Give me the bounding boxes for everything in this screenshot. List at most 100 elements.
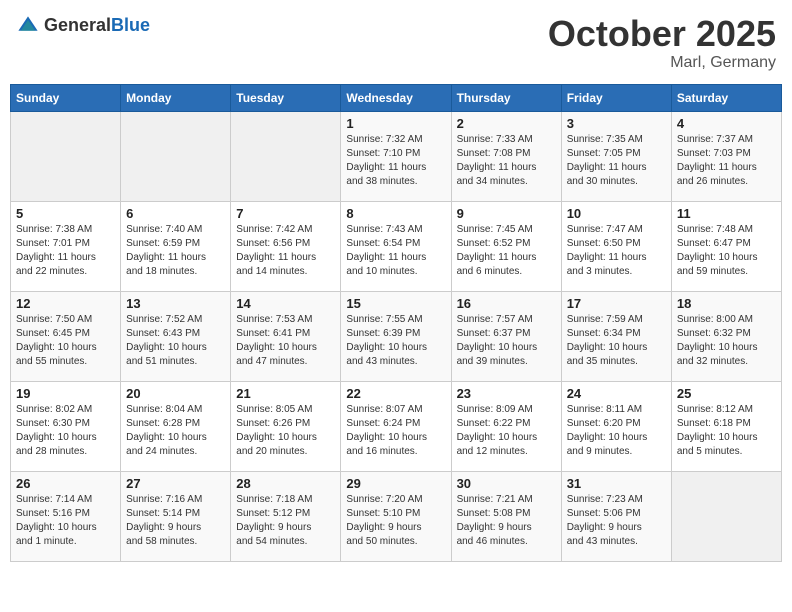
day-number: 28	[236, 476, 335, 491]
day-info: Sunrise: 7:38 AM Sunset: 7:01 PM Dayligh…	[16, 223, 115, 279]
day-number: 22	[346, 386, 445, 401]
month-title: October 2025	[548, 14, 776, 54]
calendar-cell: 4Sunrise: 7:37 AM Sunset: 7:03 PM Daylig…	[671, 111, 781, 201]
day-number: 25	[677, 386, 776, 401]
calendar-cell: 13 Sunrise: 7:52 AM Sunset: 6:43 PM Dayli…	[121, 291, 231, 381]
day-info: Sunrise: 7:52 AM Sunset: 6:43 PM Dayligh…	[126, 313, 225, 369]
day-number: 18	[677, 296, 776, 311]
day-number: 29	[346, 476, 445, 491]
week-row-3: 12 Sunrise: 7:50 AM Sunset: 6:45 PM Dayli…	[11, 291, 782, 381]
logo-general: General	[44, 15, 111, 35]
location-title: Marl, Germany	[548, 54, 776, 72]
day-number: 27	[126, 476, 225, 491]
calendar-cell	[11, 111, 121, 201]
logo: GeneralBlue	[16, 14, 150, 38]
day-info: Sunrise: 8:02 AM Sunset: 6:30 PM Dayligh…	[16, 403, 115, 459]
calendar-cell: 20 Sunrise: 8:04 AM Sunset: 6:28 PM Dayli…	[121, 381, 231, 471]
day-info: Sunrise: 7:21 AM Sunset: 5:08 PM Dayligh…	[457, 493, 556, 549]
col-wednesday: Wednesday	[341, 84, 451, 111]
day-info: Sunrise: 7:47 AM Sunset: 6:50 PM Dayligh…	[567, 223, 666, 279]
calendar-cell: 25 Sunrise: 8:12 AM Sunset: 6:18 PM Dayli…	[671, 381, 781, 471]
calendar-cell: 1Sunrise: 7:32 AM Sunset: 7:10 PM Daylig…	[341, 111, 451, 201]
day-info: Sunrise: 7:33 AM Sunset: 7:08 PM Dayligh…	[457, 133, 556, 189]
day-info: Sunrise: 7:37 AM Sunset: 7:03 PM Dayligh…	[677, 133, 776, 189]
day-number: 15	[346, 296, 445, 311]
day-info: Sunrise: 8:07 AM Sunset: 6:24 PM Dayligh…	[346, 403, 445, 459]
week-row-2: 5 Sunrise: 7:38 AM Sunset: 7:01 PM Daylig…	[11, 201, 782, 291]
day-info: Sunrise: 8:05 AM Sunset: 6:26 PM Dayligh…	[236, 403, 335, 459]
logo-blue: Blue	[111, 15, 150, 35]
col-monday: Monday	[121, 84, 231, 111]
calendar-cell: 14Sunrise: 7:53 AM Sunset: 6:41 PM Dayli…	[231, 291, 341, 381]
calendar-cell: 2 Sunrise: 7:33 AM Sunset: 7:08 PM Daylig…	[451, 111, 561, 201]
day-info: Sunrise: 7:59 AM Sunset: 6:34 PM Dayligh…	[567, 313, 666, 369]
col-sunday: Sunday	[11, 84, 121, 111]
calendar-table: Sunday Monday Tuesday Wednesday Thursday…	[10, 84, 782, 562]
calendar-cell: 17 Sunrise: 7:59 AM Sunset: 6:34 PM Dayli…	[561, 291, 671, 381]
calendar-cell: 15 Sunrise: 7:55 AM Sunset: 6:39 PM Dayli…	[341, 291, 451, 381]
day-info: Sunrise: 7:43 AM Sunset: 6:54 PM Dayligh…	[346, 223, 445, 279]
day-info: Sunrise: 8:11 AM Sunset: 6:20 PM Dayligh…	[567, 403, 666, 459]
day-info: Sunrise: 8:09 AM Sunset: 6:22 PM Dayligh…	[457, 403, 556, 459]
day-info: Sunrise: 7:18 AM Sunset: 5:12 PM Dayligh…	[236, 493, 335, 549]
col-tuesday: Tuesday	[231, 84, 341, 111]
calendar-cell: 30 Sunrise: 7:21 AM Sunset: 5:08 PM Dayli…	[451, 471, 561, 561]
calendar-cell: 7Sunrise: 7:42 AM Sunset: 6:56 PM Daylig…	[231, 201, 341, 291]
day-number: 9	[457, 206, 556, 221]
day-info: Sunrise: 7:40 AM Sunset: 6:59 PM Dayligh…	[126, 223, 225, 279]
day-info: Sunrise: 7:55 AM Sunset: 6:39 PM Dayligh…	[346, 313, 445, 369]
title-section: October 2025 Marl, Germany	[548, 14, 776, 72]
day-number: 26	[16, 476, 115, 491]
day-number: 2	[457, 116, 556, 131]
calendar-cell: 24 Sunrise: 8:11 AM Sunset: 6:20 PM Dayli…	[561, 381, 671, 471]
day-number: 1	[346, 116, 445, 131]
day-info: Sunrise: 8:04 AM Sunset: 6:28 PM Dayligh…	[126, 403, 225, 459]
day-number: 19	[16, 386, 115, 401]
calendar-cell: 9 Sunrise: 7:45 AM Sunset: 6:52 PM Daylig…	[451, 201, 561, 291]
day-number: 24	[567, 386, 666, 401]
calendar-cell: 19 Sunrise: 8:02 AM Sunset: 6:30 PM Dayli…	[11, 381, 121, 471]
calendar-cell	[671, 471, 781, 561]
day-number: 31	[567, 476, 666, 491]
week-row-4: 19 Sunrise: 8:02 AM Sunset: 6:30 PM Dayli…	[11, 381, 782, 471]
day-info: Sunrise: 7:57 AM Sunset: 6:37 PM Dayligh…	[457, 313, 556, 369]
calendar-cell: 23Sunrise: 8:09 AM Sunset: 6:22 PM Dayli…	[451, 381, 561, 471]
day-info: Sunrise: 8:00 AM Sunset: 6:32 PM Dayligh…	[677, 313, 776, 369]
day-number: 16	[457, 296, 556, 311]
day-number: 17	[567, 296, 666, 311]
calendar-cell: 3Sunrise: 7:35 AM Sunset: 7:05 PM Daylig…	[561, 111, 671, 201]
day-info: Sunrise: 7:45 AM Sunset: 6:52 PM Dayligh…	[457, 223, 556, 279]
calendar-cell: 16 Sunrise: 7:57 AM Sunset: 6:37 PM Dayli…	[451, 291, 561, 381]
week-row-5: 26 Sunrise: 7:14 AM Sunset: 5:16 PM Dayli…	[11, 471, 782, 561]
day-number: 14	[236, 296, 335, 311]
calendar-cell: 6 Sunrise: 7:40 AM Sunset: 6:59 PM Daylig…	[121, 201, 231, 291]
day-info: Sunrise: 7:23 AM Sunset: 5:06 PM Dayligh…	[567, 493, 666, 549]
logo-text: GeneralBlue	[44, 16, 150, 36]
day-number: 11	[677, 206, 776, 221]
calendar-cell: 12 Sunrise: 7:50 AM Sunset: 6:45 PM Dayli…	[11, 291, 121, 381]
logo-icon	[16, 14, 40, 38]
calendar-cell	[231, 111, 341, 201]
day-number: 20	[126, 386, 225, 401]
day-number: 30	[457, 476, 556, 491]
calendar-cell: 26 Sunrise: 7:14 AM Sunset: 5:16 PM Dayli…	[11, 471, 121, 561]
calendar-cell: 10Sunrise: 7:47 AM Sunset: 6:50 PM Dayli…	[561, 201, 671, 291]
calendar-cell: 22 Sunrise: 8:07 AM Sunset: 6:24 PM Dayli…	[341, 381, 451, 471]
calendar-cell: 21Sunrise: 8:05 AM Sunset: 6:26 PM Dayli…	[231, 381, 341, 471]
day-info: Sunrise: 8:12 AM Sunset: 6:18 PM Dayligh…	[677, 403, 776, 459]
day-number: 5	[16, 206, 115, 221]
calendar-header-row: Sunday Monday Tuesday Wednesday Thursday…	[11, 84, 782, 111]
page-header: GeneralBlue October 2025 Marl, Germany	[10, 10, 782, 76]
calendar-cell: 28 Sunrise: 7:18 AM Sunset: 5:12 PM Dayli…	[231, 471, 341, 561]
day-number: 6	[126, 206, 225, 221]
col-saturday: Saturday	[671, 84, 781, 111]
day-info: Sunrise: 7:20 AM Sunset: 5:10 PM Dayligh…	[346, 493, 445, 549]
day-info: Sunrise: 7:16 AM Sunset: 5:14 PM Dayligh…	[126, 493, 225, 549]
day-number: 13	[126, 296, 225, 311]
day-info: Sunrise: 7:50 AM Sunset: 6:45 PM Dayligh…	[16, 313, 115, 369]
calendar-cell: 29 Sunrise: 7:20 AM Sunset: 5:10 PM Dayli…	[341, 471, 451, 561]
calendar-cell: 8Sunrise: 7:43 AM Sunset: 6:54 PM Daylig…	[341, 201, 451, 291]
day-number: 12	[16, 296, 115, 311]
day-info: Sunrise: 7:35 AM Sunset: 7:05 PM Dayligh…	[567, 133, 666, 189]
day-info: Sunrise: 7:14 AM Sunset: 5:16 PM Dayligh…	[16, 493, 115, 549]
